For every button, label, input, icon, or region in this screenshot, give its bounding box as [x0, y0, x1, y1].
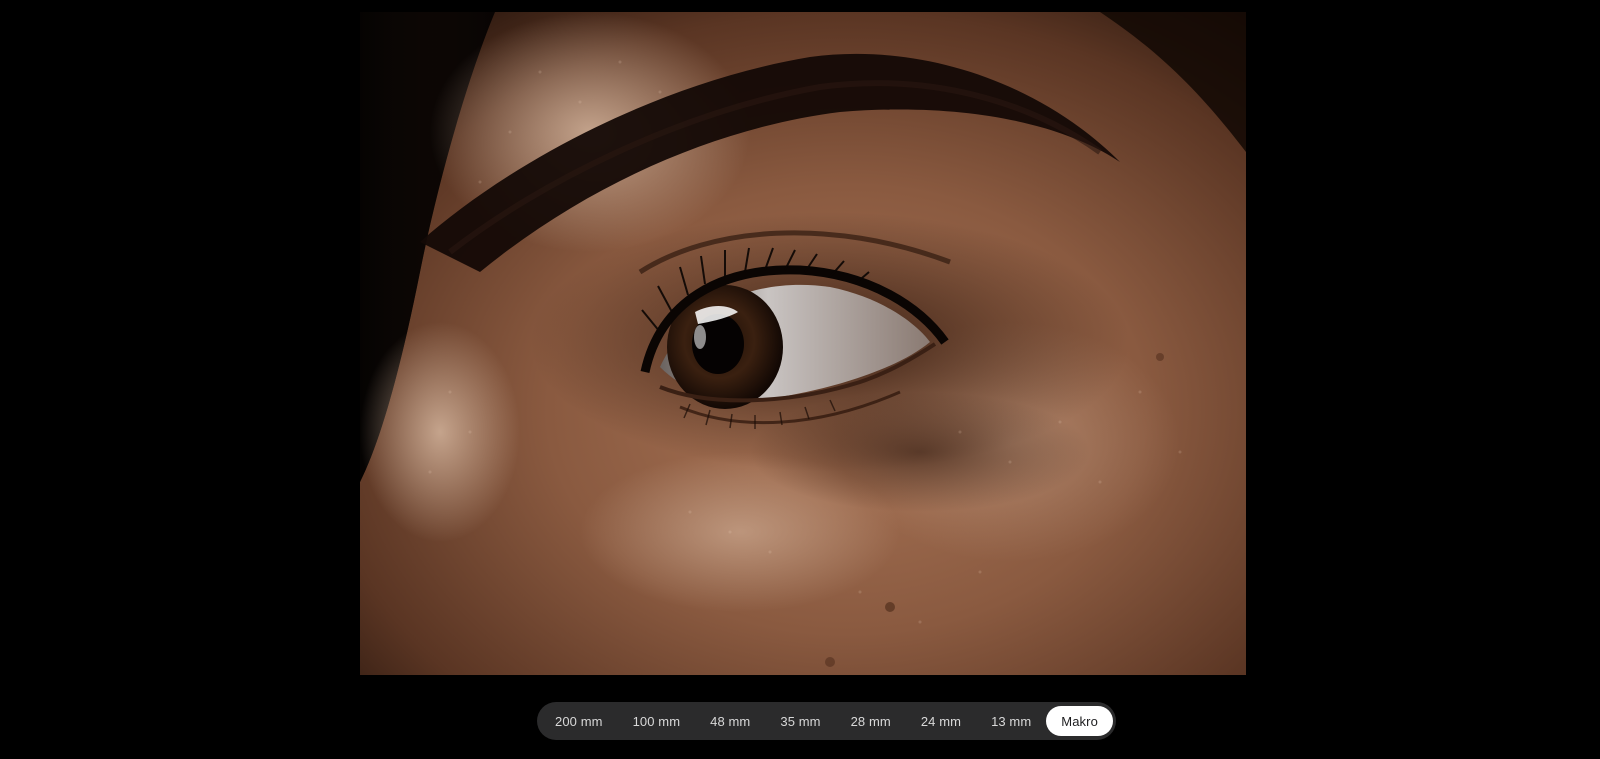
eye-closeup-image [360, 12, 1246, 675]
lens-option-200mm[interactable]: 200 mm [540, 706, 618, 736]
lens-option-48mm[interactable]: 48 mm [695, 706, 765, 736]
macro-eye-photo [360, 12, 1246, 675]
lens-option-100mm[interactable]: 100 mm [618, 706, 696, 736]
lens-option-28mm[interactable]: 28 mm [836, 706, 906, 736]
lens-selector: 200 mm 100 mm 48 mm 35 mm 28 mm 24 mm 13… [537, 702, 1116, 740]
page: 200 mm 100 mm 48 mm 35 mm 28 mm 24 mm 13… [0, 0, 1600, 759]
lens-option-24mm[interactable]: 24 mm [906, 706, 976, 736]
lens-option-makro[interactable]: Makro [1046, 706, 1113, 736]
lens-option-35mm[interactable]: 35 mm [765, 706, 835, 736]
lens-option-13mm[interactable]: 13 mm [976, 706, 1046, 736]
